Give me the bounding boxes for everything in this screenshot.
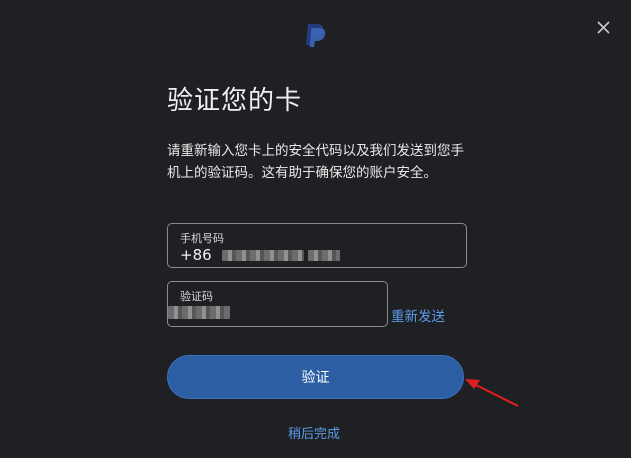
phone-field-value[interactable]: +86 <box>180 246 340 264</box>
verification-code-field[interactable]: 验证码 <box>167 281 388 327</box>
paypal-logo-icon <box>306 24 326 47</box>
annotation-arrow-icon <box>465 379 519 407</box>
close-icon[interactable] <box>594 18 614 38</box>
phone-prefix: +86 <box>180 246 212 264</box>
complete-later-link[interactable]: 稍后完成 <box>288 423 340 442</box>
verification-code-label: 验证码 <box>180 290 213 303</box>
masked-phone-number <box>307 249 340 261</box>
verification-code-value[interactable] <box>168 306 230 319</box>
masked-code <box>168 306 230 319</box>
verify-button[interactable]: 验证 <box>167 355 464 399</box>
description-text: 请重新输入您卡上的安全代码以及我们发送到您手机上的验证码。这有助于确保您的账户安… <box>167 143 464 181</box>
resend-link[interactable]: 重新发送 <box>391 305 445 325</box>
masked-phone-number <box>221 249 304 261</box>
phone-field-label: 手机号码 <box>180 232 224 245</box>
page-title: 验证您的卡 <box>167 86 303 116</box>
phone-field[interactable]: 手机号码 +86 <box>167 223 467 268</box>
